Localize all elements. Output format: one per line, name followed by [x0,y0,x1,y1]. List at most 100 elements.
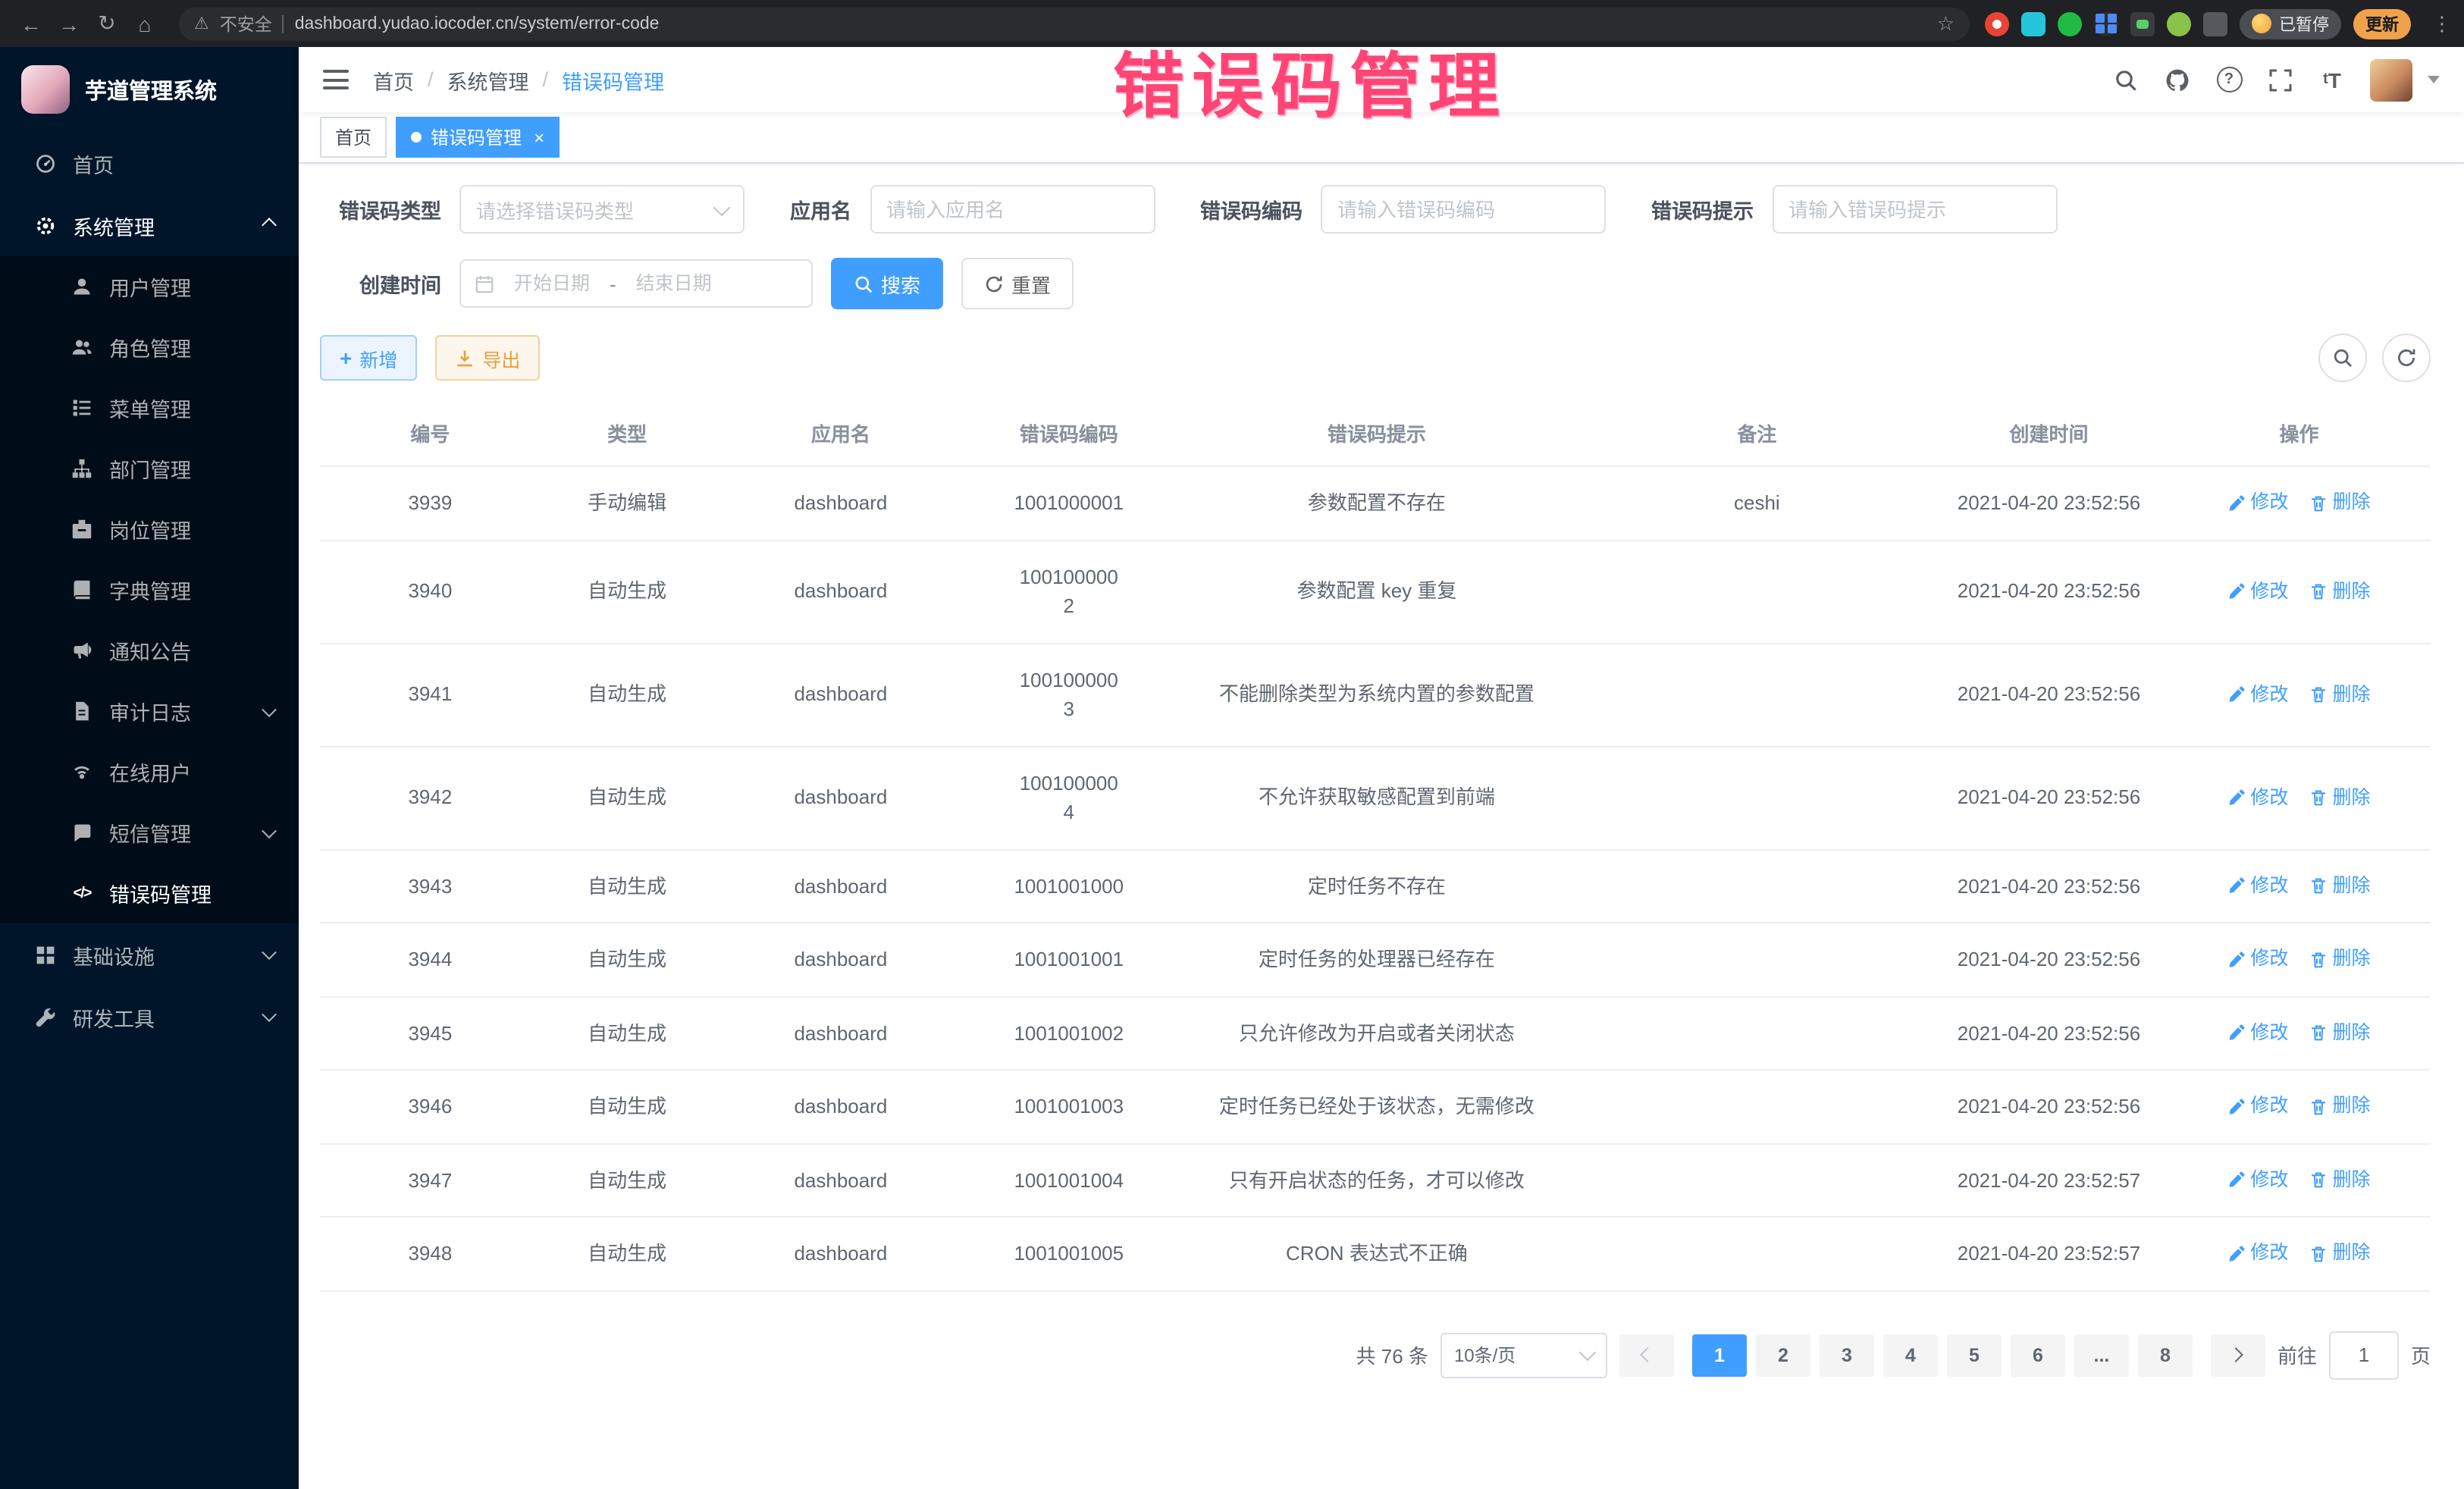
bookmark-star-icon[interactable]: ☆ [1937,11,1955,36]
sidebar-item-label: 基础设施 [73,939,155,970]
delete-link[interactable]: 删除 [2309,945,2370,974]
sidebar-item-audit[interactable]: 审计日志 [0,681,299,741]
edit-link[interactable]: 修改 [2227,489,2288,518]
hamburger-icon[interactable] [323,70,349,89]
breadcrumb-home[interactable]: 首页 [373,64,414,95]
sidebar-item-user[interactable]: 用户管理 [0,256,299,317]
delete-link[interactable]: 删除 [2309,783,2370,812]
cell-operations: 修改删除 [2168,996,2431,1070]
show-search-button[interactable] [2318,334,2367,382]
edit-link[interactable]: 修改 [2227,1092,2288,1121]
page-button-8[interactable]: 8 [2138,1334,2193,1376]
red-record-icon[interactable] [1985,11,2009,36]
browser-menu-icon[interactable]: ⋮ [2432,11,2452,36]
cell-remark [1584,643,1930,746]
next-page-button[interactable] [2211,1334,2265,1376]
blue-grid-icon[interactable] [2094,11,2118,36]
font-size-icon[interactable]: tT [2318,66,2346,93]
breadcrumb-system[interactable]: 系统管理 [447,64,529,95]
sidebar-item-post[interactable]: 岗位管理 [0,499,299,560]
search-icon[interactable] [2112,66,2140,93]
address-bar[interactable]: ⚠ 不安全 dashboard.yudao.iocoder.cn/system/… [179,7,1970,40]
prev-page-button[interactable] [1619,1334,1674,1376]
github-icon[interactable] [2164,66,2191,93]
profile-paused-badge[interactable]: 已暂停 [2240,8,2341,39]
page-button-4[interactable]: 4 [1883,1334,1938,1376]
delete-link[interactable]: 删除 [2309,1092,2370,1121]
page-size-select[interactable]: 10条/页 [1440,1332,1607,1378]
reload-icon[interactable]: ↻ [88,11,126,36]
sidebar-item-sms[interactable]: 短信管理 [0,802,299,863]
delete-link[interactable]: 删除 [2309,1019,2370,1048]
tab-home[interactable]: 首页 [320,117,387,158]
error-code-input[interactable] [1321,185,1606,234]
date-range-picker[interactable]: - [459,259,813,308]
home-icon[interactable]: ⌂ [126,11,164,36]
pager-ellipsis[interactable]: ... [2074,1334,2129,1376]
back-icon[interactable]: ← [12,11,50,36]
edit-link[interactable]: 修改 [2227,1019,2288,1048]
error-code-table-body: 3939手动编辑dashboard1001000001参数配置不存在ceshi2… [320,466,2431,1290]
delete-link[interactable]: 删除 [2309,1240,2370,1268]
error-hint-input[interactable] [1772,185,2057,234]
page-button-3[interactable]: 3 [1820,1334,1874,1376]
fullscreen-icon[interactable] [2267,66,2294,93]
sidebar-item-infra[interactable]: 基础设施 [0,923,299,986]
search-button[interactable]: 搜索 [831,258,943,309]
cell-remark [1584,746,1930,849]
divider [283,14,284,33]
sidebar-item-errcode[interactable]: </>错误码管理 [0,863,299,923]
cell-remark [1584,849,1930,923]
edit-link[interactable]: 修改 [2227,1240,2288,1268]
page-button-2[interactable]: 2 [1756,1334,1810,1376]
delete-link[interactable]: 删除 [2309,1166,2370,1195]
refresh-table-button[interactable] [2382,334,2431,382]
page-button-6[interactable]: 6 [2011,1334,2065,1376]
teal-extension-icon[interactable] [2021,11,2045,36]
page-button-5[interactable]: 5 [1947,1334,2002,1376]
edit-link[interactable]: 修改 [2227,945,2288,974]
leaf-extension-icon[interactable] [2167,11,2191,36]
export-button[interactable]: 导出 [435,335,540,381]
reset-button[interactable]: 重置 [961,258,1074,309]
cell-code: 1001001004 [967,1143,1170,1217]
delete-link[interactable]: 删除 [2309,577,2370,606]
sidebar-item-tools[interactable]: 研发工具 [0,986,299,1048]
cell-id: 3947 [320,1143,541,1217]
sidebar-item-dept[interactable]: 部门管理 [0,438,299,499]
puzzle-icon[interactable] [2203,11,2227,36]
add-button[interactable]: + 新增 [320,335,417,381]
page-button-1[interactable]: 1 [1692,1334,1747,1376]
update-button[interactable]: 更新 [2353,8,2411,39]
help-icon[interactable]: ? [2215,66,2243,93]
app-logo[interactable]: 芋道管理系统 [0,47,299,132]
sidebar-item-dict[interactable]: 字典管理 [0,560,299,620]
sidebar-item-notice[interactable]: 通知公告 [0,620,299,681]
avatar[interactable] [2370,58,2412,101]
delete-link[interactable]: 删除 [2309,872,2370,901]
goto-page-input[interactable] [2329,1331,2399,1379]
sidebar-item-menu[interactable]: 菜单管理 [0,378,299,438]
green-check-icon[interactable] [2058,11,2082,36]
close-icon[interactable]: × [534,128,544,146]
delete-link[interactable]: 删除 [2309,680,2370,709]
edit-link[interactable]: 修改 [2227,680,2288,709]
edit-link[interactable]: 修改 [2227,577,2288,606]
tab-error-code[interactable]: 错误码管理 × [396,117,560,158]
sidebar-item-system[interactable]: 系统管理 [0,194,299,256]
start-date-input[interactable] [500,271,603,296]
sidebar-item-role[interactable]: 角色管理 [0,317,299,378]
chevron-down-icon[interactable] [2428,76,2440,83]
switch-on-icon[interactable] [2130,11,2155,36]
cell-app: dashboard [713,643,967,746]
delete-link[interactable]: 删除 [2309,489,2370,518]
sidebar-item-online[interactable]: 在线用户 [0,741,299,802]
sidebar-item-home[interactable]: 首页 [0,132,299,194]
edit-link[interactable]: 修改 [2227,783,2288,812]
forward-icon[interactable]: → [50,11,88,36]
app-name-input[interactable] [870,185,1155,234]
error-type-select[interactable]: 请选择错误码类型 [459,185,745,234]
end-date-input[interactable] [622,271,726,296]
edit-link[interactable]: 修改 [2227,1166,2288,1195]
edit-link[interactable]: 修改 [2227,872,2288,901]
